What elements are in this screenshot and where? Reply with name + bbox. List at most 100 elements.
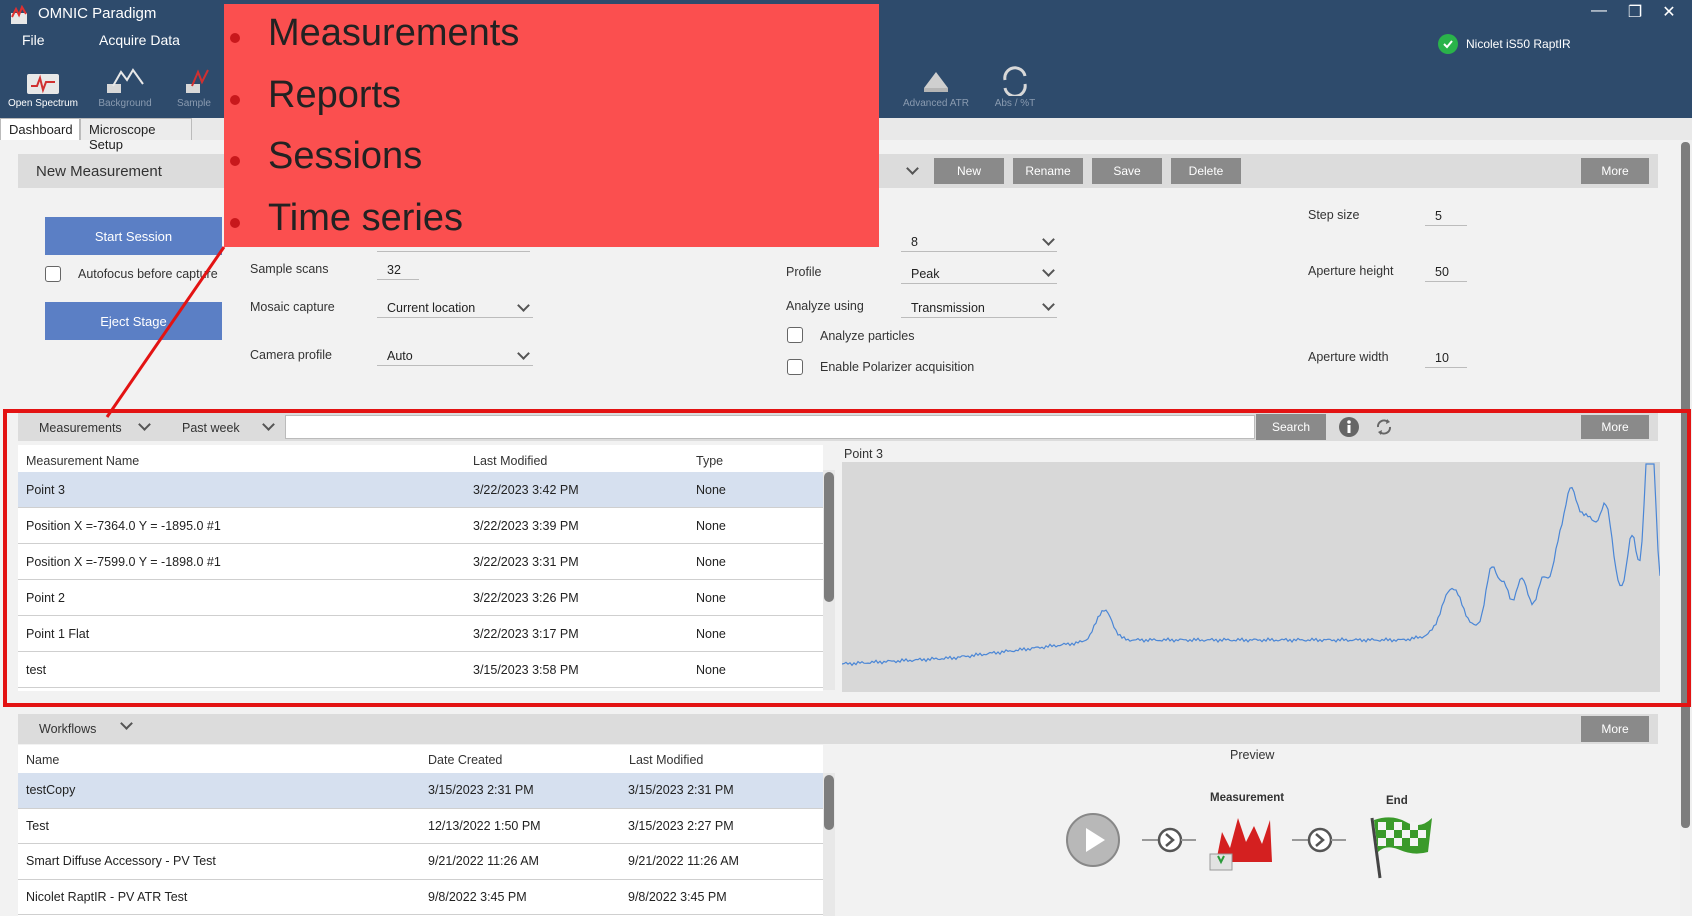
- workflows-more-button[interactable]: More: [1581, 716, 1649, 742]
- bullet-icon: [230, 33, 240, 43]
- autofocus-checkbox[interactable]: [45, 266, 61, 282]
- abs-t-button[interactable]: Abs / %T: [975, 66, 1055, 109]
- polarizer-checkbox[interactable]: [787, 359, 803, 375]
- workflow-name: Nicolet RaptIR - PV ATR Test: [26, 889, 188, 904]
- workflow-preview-title: Preview: [1230, 748, 1275, 762]
- workflow-date-created: 3/15/2023 2:31 PM: [428, 783, 534, 797]
- sample-scans-input[interactable]: 32: [377, 261, 419, 280]
- sample-scans-label: Sample scans: [250, 262, 329, 276]
- eject-stage-button[interactable]: Eject Stage: [45, 302, 222, 340]
- workflow-header-date-created[interactable]: Date Created: [428, 753, 502, 767]
- sample-label: Sample: [177, 98, 211, 109]
- check-icon: [1438, 34, 1458, 54]
- workflows-table: Name Date Created Last Modified testCopy…: [18, 745, 835, 916]
- aperture-height-input[interactable]: 50: [1425, 263, 1467, 282]
- profile-label: Profile: [786, 265, 822, 279]
- advanced-atr-label: Advanced ATR: [903, 98, 969, 109]
- tab-microscope-setup[interactable]: Microscope Setup: [80, 118, 192, 152]
- workflow-row[interactable]: Test 12/13/2022 1:50 PM 3/15/2023 2:27 PM: [18, 809, 823, 844]
- measurement-more-button[interactable]: More: [1581, 158, 1649, 184]
- workflow-date-created: 12/13/2022 1:50 PM: [428, 818, 541, 833]
- aperture-width-input[interactable]: 10: [1425, 349, 1467, 368]
- workflow-row[interactable]: Smart Diffuse Accessory - PV Test 9/21/20…: [18, 844, 823, 880]
- callout-overlay: Measurements Reports Sessions Time serie…: [224, 4, 879, 247]
- camera-profile-select[interactable]: Auto: [377, 347, 533, 366]
- sample-button[interactable]: Sample: [165, 66, 223, 109]
- callout-item: Reports: [230, 74, 402, 117]
- background-button[interactable]: Background: [85, 66, 165, 109]
- delete-button[interactable]: Delete: [1171, 158, 1241, 184]
- mosaic-capture-label: Mosaic capture: [250, 300, 335, 314]
- profile-select[interactable]: Peak: [901, 265, 1057, 284]
- abs-t-label: Abs / %T: [994, 98, 1036, 109]
- analyze-particles-checkbox[interactable]: [787, 327, 803, 343]
- start-session-button[interactable]: Start Session: [45, 217, 222, 255]
- new-button[interactable]: New: [934, 158, 1004, 184]
- callout-item: Time series: [230, 197, 463, 240]
- aperture-height-label: Aperture height: [1308, 264, 1394, 278]
- workflows-toolbar: Workflows More: [18, 714, 1658, 744]
- instrument-status[interactable]: Nicolet iS50 RaptIR: [1438, 34, 1571, 54]
- end-step-label: End: [1386, 795, 1408, 807]
- menu-file[interactable]: File: [22, 32, 45, 48]
- workflow-header-last-modified[interactable]: Last Modified: [629, 753, 703, 767]
- workflow-date-created: 9/21/2022 11:26 AM: [428, 854, 539, 868]
- advanced-atr-button[interactable]: Advanced ATR: [896, 66, 976, 109]
- workflow-name: Test: [26, 818, 49, 833]
- bullet-icon: [230, 95, 240, 105]
- workflows-scrollbar-thumb[interactable]: [824, 775, 834, 830]
- open-spectrum-label: Open Spectrum: [7, 98, 79, 109]
- arrow-step-icon: [1142, 827, 1196, 853]
- menu-acquire-data[interactable]: Acquire Data: [99, 32, 180, 48]
- arrow-step-icon: [1292, 827, 1346, 853]
- tab-dashboard[interactable]: Dashboard: [0, 118, 80, 140]
- atr-prism-icon: [924, 72, 948, 92]
- restore-button[interactable]: ❐: [1620, 2, 1650, 22]
- step-size-label: Step size: [1308, 208, 1360, 222]
- aperture-width-label: Aperture width: [1308, 350, 1389, 364]
- app-logo-icon: [11, 5, 27, 24]
- profile-dropdown-chevron-icon[interactable]: [906, 162, 919, 175]
- app-window: OMNIC Paradigm — ❐ ✕ File Acquire Data N…: [0, 0, 1692, 916]
- rename-button[interactable]: Rename: [1013, 158, 1083, 184]
- convert-arrows-icon: [1003, 66, 1027, 96]
- autofocus-label: Autofocus before capture: [78, 267, 218, 281]
- bullet-icon: [230, 156, 240, 166]
- polarizer-label: Enable Polarizer acquisition: [820, 360, 975, 374]
- workflow-date-created: 9/8/2022 3:45 PM: [428, 889, 527, 904]
- step-size-input[interactable]: 5: [1425, 207, 1467, 226]
- workflow-header-name[interactable]: Name: [26, 753, 59, 767]
- workflows-select[interactable]: Workflows: [39, 722, 96, 736]
- workflows-scrollbar[interactable]: [823, 773, 835, 916]
- play-icon[interactable]: [1065, 812, 1121, 868]
- app-title: OMNIC Paradigm: [38, 5, 157, 22]
- workflow-last-modified: 9/8/2022 3:45 PM: [628, 889, 727, 904]
- analyze-using-select[interactable]: Transmission: [901, 299, 1057, 318]
- measurements-highlight-box: [3, 409, 1691, 707]
- minimize-button[interactable]: —: [1584, 2, 1614, 20]
- folder-spectrum-icon: [27, 74, 59, 94]
- top-select[interactable]: 8: [901, 233, 1057, 252]
- workflow-last-modified: 3/15/2023 2:27 PM: [628, 818, 734, 833]
- save-button[interactable]: Save: [1092, 158, 1162, 184]
- callout-item-label: Reports: [268, 74, 402, 116]
- workflow-row[interactable]: Nicolet RaptIR - PV ATR Test 9/8/2022 3:4…: [18, 880, 823, 915]
- mosaic-capture-select[interactable]: Current location: [377, 299, 533, 318]
- workflows-chevron-down-icon[interactable]: [120, 717, 133, 730]
- instrument-name: Nicolet iS50 RaptIR: [1466, 37, 1571, 51]
- analyze-using-label: Analyze using: [786, 299, 864, 313]
- sample-scan-icon: [186, 69, 209, 93]
- close-button[interactable]: ✕: [1654, 2, 1684, 22]
- workflow-last-modified: 3/15/2023 2:31 PM: [628, 783, 734, 797]
- measurement-step-label: Measurement: [1210, 792, 1285, 804]
- workflow-row[interactable]: testCopy 3/15/2023 2:31 PM 3/15/2023 2:31 …: [18, 773, 823, 809]
- new-measurement-title: New Measurement: [36, 163, 162, 180]
- camera-profile-label: Camera profile: [250, 348, 332, 362]
- workflow-name: Smart Diffuse Accessory - PV Test: [26, 854, 216, 868]
- bullet-icon: [230, 218, 240, 228]
- background-scan-icon: [107, 68, 144, 93]
- measurement-step-icon[interactable]: [1208, 812, 1280, 874]
- open-spectrum-button[interactable]: Open Spectrum: [3, 66, 83, 109]
- checkered-flag-icon[interactable]: [1362, 812, 1434, 880]
- callout-item: Sessions: [230, 135, 422, 178]
